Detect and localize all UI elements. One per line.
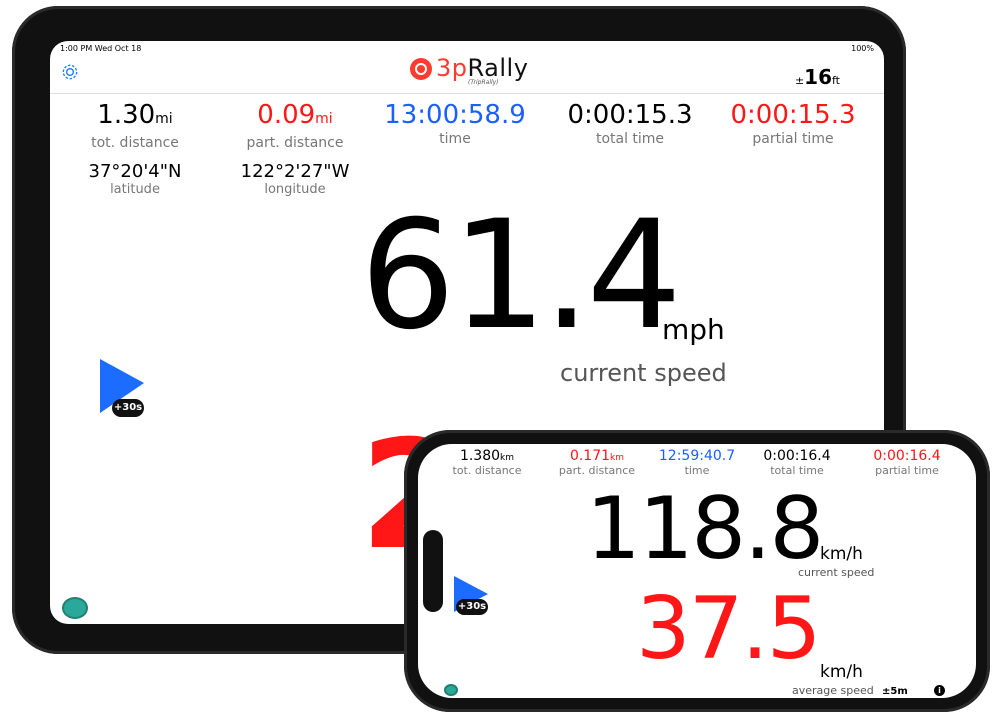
stat-label: part. distance xyxy=(246,135,344,151)
battery-status: 100% xyxy=(851,44,874,53)
current-speed-value: 61.4 xyxy=(360,189,682,363)
stat-value: 0.171km xyxy=(569,448,625,464)
phone-screen: 1.380km tot. distance 0.171km part. dist… xyxy=(418,444,976,698)
phone-device: 1.380km tot. distance 0.171km part. dist… xyxy=(404,430,990,712)
altitude-indicator: ±16ft xyxy=(795,65,840,89)
dynamic-island xyxy=(423,530,443,612)
app-subtitle: (TripRally) xyxy=(468,79,499,86)
app-name-prefix: 3p xyxy=(436,54,468,82)
stat-label: tot. distance xyxy=(452,464,522,477)
stat-total-time: 0:00:15.3 total time xyxy=(550,101,710,147)
latitude: 37°20'4"N latitude xyxy=(55,161,215,197)
stat-label: tot. distance xyxy=(91,135,179,151)
speed-unit: mph xyxy=(662,313,725,346)
stat-value: 0:00:15.3 xyxy=(567,100,693,130)
stat-time: 13:00:58.9 time xyxy=(375,101,535,147)
stat-partial-distance: 0.09mi part. distance xyxy=(215,101,375,151)
info-icon[interactable]: i xyxy=(934,685,945,696)
stat-value: 1.30mi xyxy=(97,100,173,130)
gps-accuracy: ±5m xyxy=(882,686,908,697)
speed-unit: km/h xyxy=(820,544,863,564)
stopwatch-icon xyxy=(410,58,432,80)
app-name: 3pRally xyxy=(436,54,528,82)
longitude-value: 122°2'27"W xyxy=(240,161,350,182)
speed-label: current speed xyxy=(560,359,727,387)
app-header: 3pRally (TripRally) ±16ft xyxy=(50,53,884,94)
stat-partial-time: 0:00:15.3 partial time xyxy=(713,101,873,147)
stat-value: 12:59:40.7 xyxy=(658,448,736,464)
stat-value: 1.380km xyxy=(459,448,515,464)
stat-label: total time xyxy=(770,464,824,477)
status-time-date: 1:00 PM Wed Oct 18 xyxy=(60,44,142,53)
longitude: 122°2'27"W longitude xyxy=(215,161,375,197)
average-speed-value: 37.5 xyxy=(636,579,821,679)
app-name-suffix: Rally xyxy=(467,54,529,82)
stat-label: partial time xyxy=(752,131,834,147)
stat-value: 0:00:16.4 xyxy=(873,448,941,464)
stat-value: 0:00:15.3 xyxy=(730,100,856,130)
stat-total-time: 0:00:16.4 total time xyxy=(742,448,852,477)
average-speed-label: average speed xyxy=(792,684,874,697)
stat-total-distance: 1.380km tot. distance xyxy=(432,448,542,477)
stat-value: 0:00:16.4 xyxy=(763,448,831,464)
plus-30s-badge[interactable]: +30s xyxy=(112,399,144,417)
altitude-value: 16 xyxy=(804,65,832,89)
stat-label: time xyxy=(684,464,710,477)
stat-time: 12:59:40.7 time xyxy=(642,448,752,477)
stat-value: 0.09mi xyxy=(257,100,333,130)
latitude-label: latitude xyxy=(110,182,160,197)
app-logo: 3pRally (TripRally) xyxy=(410,54,530,89)
average-speed-unit: km/h xyxy=(820,662,863,682)
latitude-value: 37°20'4"N xyxy=(88,161,182,182)
camera-icon[interactable] xyxy=(62,597,88,619)
speed-label: current speed xyxy=(798,566,875,579)
stat-label: total time xyxy=(595,131,665,147)
longitude-label: longitude xyxy=(264,182,326,197)
altitude-unit: ft xyxy=(832,74,840,87)
altitude-prefix: ± xyxy=(794,74,805,87)
stat-label: time xyxy=(439,131,471,147)
current-speed-value: 118.8 xyxy=(586,479,824,579)
gear-icon[interactable] xyxy=(60,62,80,82)
stat-total-distance: 1.30mi tot. distance xyxy=(55,101,215,151)
stat-label: partial time xyxy=(875,464,939,477)
plus-30s-badge[interactable]: +30s xyxy=(456,599,488,615)
stat-value: 13:00:58.9 xyxy=(384,100,526,130)
stat-partial-distance: 0.171km part. distance xyxy=(542,448,652,477)
camera-icon[interactable] xyxy=(444,684,458,696)
stat-partial-time: 0:00:16.4 partial time xyxy=(852,448,962,477)
stat-label: part. distance xyxy=(558,464,636,477)
